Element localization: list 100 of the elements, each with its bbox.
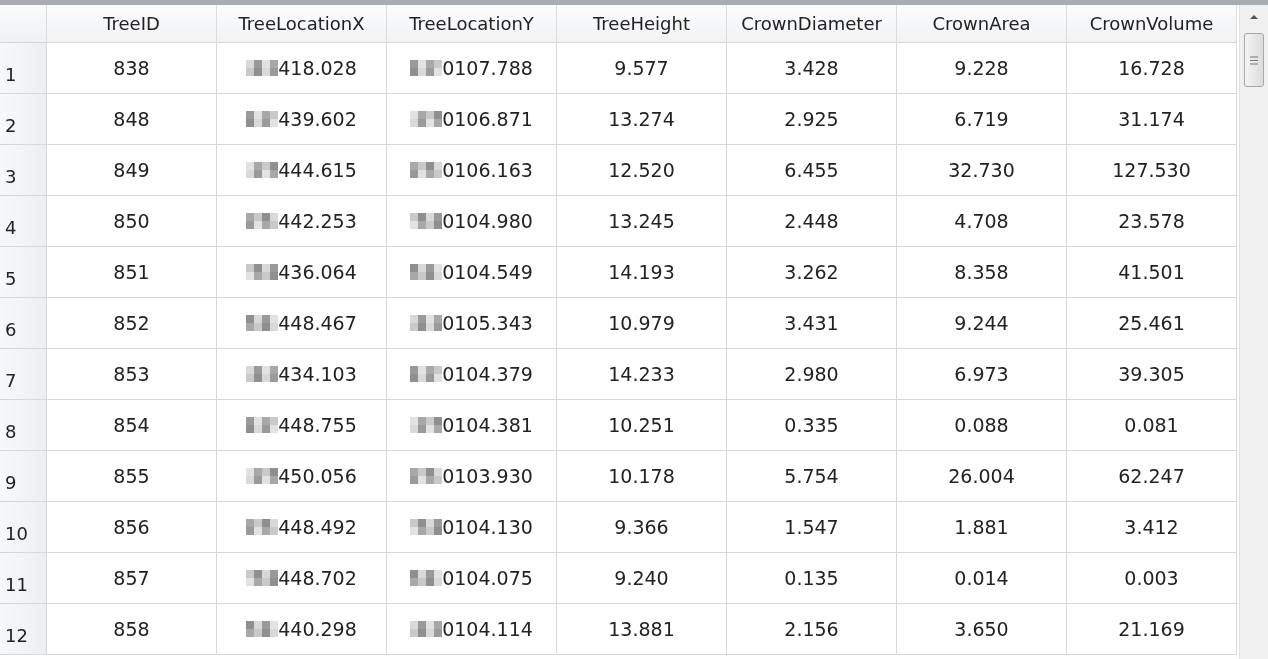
redaction-mosaic-icon	[246, 111, 279, 127]
table-cell: 439.602	[246, 108, 357, 130]
redaction-mosaic-icon	[246, 60, 279, 76]
table-cell: 6.455	[784, 159, 839, 181]
table-cell: 0104.075	[410, 567, 533, 589]
row-header[interactable]: 1	[0, 43, 47, 94]
table-cell: 62.247	[1118, 465, 1185, 487]
row-header[interactable]: 4	[0, 196, 47, 247]
column-header[interactable]: CrownDiameter	[727, 5, 897, 43]
table-cell: 127.530	[1112, 159, 1191, 181]
table-cell: 0104.381	[410, 414, 533, 436]
table-cell: 9.577	[614, 57, 669, 79]
row-header[interactable]: 12	[0, 604, 47, 655]
redaction-mosaic-icon	[246, 468, 279, 484]
table-cell: 0103.930	[410, 465, 533, 487]
table-cell: 0.088	[954, 414, 1009, 436]
redaction-mosaic-icon	[410, 111, 443, 127]
table-cell: 41.501	[1118, 261, 1185, 283]
table-cell: 6.973	[954, 363, 1009, 385]
table-cell: 0106.871	[410, 108, 533, 130]
table-cell: 848	[113, 108, 150, 130]
table-cell: 852	[113, 312, 150, 334]
table-cell: 856	[113, 516, 150, 538]
redaction-mosaic-icon	[246, 621, 279, 637]
column-header[interactable]: CrownVolume	[1067, 5, 1237, 43]
row-header[interactable]: 7	[0, 349, 47, 400]
table-cell: 2.980	[784, 363, 839, 385]
redaction-mosaic-icon	[410, 264, 443, 280]
redaction-mosaic-icon	[410, 570, 443, 586]
table-cell: 39.305	[1118, 363, 1185, 385]
row-header[interactable]: 3	[0, 145, 47, 196]
table-cell: 8.358	[954, 261, 1009, 283]
redaction-mosaic-icon	[410, 60, 443, 76]
redaction-mosaic-icon	[410, 417, 443, 433]
scrollbar-thumb[interactable]	[1244, 33, 1264, 87]
row-header[interactable]: 9	[0, 451, 47, 502]
table-cell: 10.979	[608, 312, 675, 334]
column-header[interactable]: TreeHeight	[557, 5, 727, 43]
table-cell: 0104.379	[410, 363, 533, 385]
table-cell: 0104.114	[410, 618, 533, 640]
table-cell: 850	[113, 210, 150, 232]
table-cell: 1.881	[954, 516, 1009, 538]
table-cell: 13.274	[608, 108, 675, 130]
redaction-mosaic-icon	[246, 570, 279, 586]
table-cell: 0.135	[784, 567, 839, 589]
table-cell: 2.156	[784, 618, 839, 640]
corner-header	[0, 5, 47, 43]
table-cell: 14.233	[608, 363, 675, 385]
table-cell: 0104.130	[410, 516, 533, 538]
table-cell: 448.467	[246, 312, 357, 334]
table-cell: 14.193	[608, 261, 675, 283]
table-cell: 4.708	[954, 210, 1009, 232]
table-cell: 9.366	[614, 516, 669, 538]
redaction-mosaic-icon	[410, 213, 443, 229]
table-cell: 854	[113, 414, 150, 436]
redaction-mosaic-icon	[410, 621, 443, 637]
redaction-mosaic-icon	[246, 213, 279, 229]
table-cell: 0104.549	[410, 261, 533, 283]
grip-icon	[1250, 55, 1258, 65]
table-cell: 853	[113, 363, 150, 385]
table-cell: 440.298	[246, 618, 357, 640]
table-cell: 450.056	[246, 465, 357, 487]
row-header[interactable]: 6	[0, 298, 47, 349]
table-cell: 10.178	[608, 465, 675, 487]
table-cell: 858	[113, 618, 150, 640]
table-cell: 2.448	[784, 210, 839, 232]
table-cell: 12.520	[608, 159, 675, 181]
redaction-mosaic-icon	[246, 264, 279, 280]
row-header[interactable]: 2	[0, 94, 47, 145]
table-cell: 0107.788	[410, 57, 533, 79]
table-cell: 3.650	[954, 618, 1009, 640]
table-cell: 855	[113, 465, 150, 487]
row-header[interactable]: 5	[0, 247, 47, 298]
redaction-mosaic-icon	[246, 519, 279, 535]
table-cell: 25.461	[1118, 312, 1185, 334]
row-header[interactable]: 11	[0, 553, 47, 604]
redaction-mosaic-icon	[410, 468, 443, 484]
table-cell: 448.702	[246, 567, 357, 589]
redaction-mosaic-icon	[410, 366, 443, 382]
column-header[interactable]: TreeLocationX	[217, 5, 387, 43]
table-cell: 436.064	[246, 261, 357, 283]
vertical-scrollbar[interactable]	[1239, 5, 1268, 659]
table-cell: 13.881	[608, 618, 675, 640]
column-header[interactable]: CrownArea	[897, 5, 1067, 43]
row-header[interactable]: 10	[0, 502, 47, 553]
table-cell: 0.335	[784, 414, 839, 436]
table-cell: 444.615	[246, 159, 357, 181]
table-cell: 2.925	[784, 108, 839, 130]
table-cell: 26.004	[948, 465, 1015, 487]
redaction-mosaic-icon	[246, 162, 279, 178]
table-cell: 857	[113, 567, 150, 589]
redaction-mosaic-icon	[410, 315, 443, 331]
table-cell: 849	[113, 159, 150, 181]
column-header[interactable]: TreeID	[47, 5, 217, 43]
table-cell: 0.081	[1124, 414, 1179, 436]
table-cell: 9.240	[614, 567, 669, 589]
scroll-up-arrow-icon[interactable]	[1248, 13, 1260, 21]
row-header[interactable]: 8	[0, 400, 47, 451]
table-cell: 448.755	[246, 414, 357, 436]
column-header[interactable]: TreeLocationY	[387, 5, 557, 43]
